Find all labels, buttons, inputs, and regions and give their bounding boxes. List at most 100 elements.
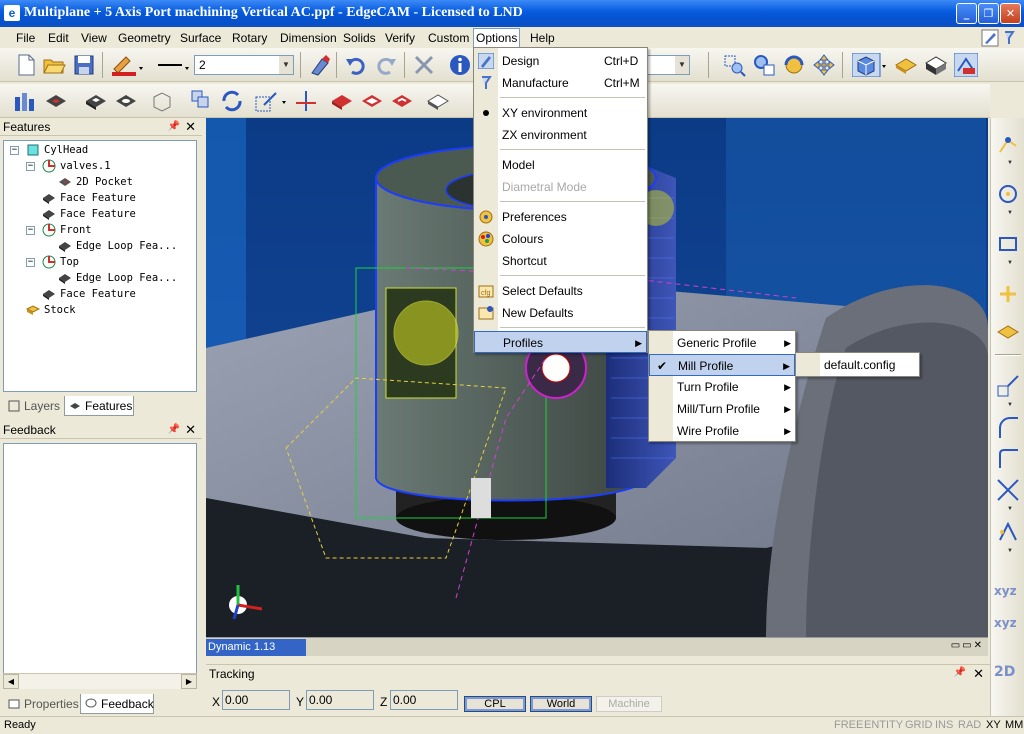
solid-icon[interactable] (426, 89, 450, 113)
chevron-down-icon[interactable]: ▼ (1007, 506, 1013, 512)
machine-button[interactable]: Machine (596, 696, 662, 712)
face-feature-tool-icon[interactable] (84, 89, 108, 113)
rectangle-tool-icon[interactable] (996, 232, 1020, 256)
tab-properties[interactable]: Properties (4, 694, 79, 714)
x-coordinate-field[interactable]: 0.00 (222, 690, 290, 710)
regenerate-icon[interactable] (220, 89, 244, 113)
tree-item-cylhead[interactable]: CylHead (26, 142, 88, 158)
menu-item-mill-turn-profile[interactable]: Mill/Turn Profile ▶ (649, 398, 795, 420)
tree-item-edge-loop[interactable]: Edge Loop Fea... (58, 238, 177, 254)
close-icon[interactable]: ✕ (973, 666, 984, 682)
stock-feature-icon[interactable] (150, 89, 174, 113)
menu-item-select-defaults[interactable]: cfg Select Defaults (474, 280, 647, 302)
undo-icon[interactable] (344, 53, 368, 77)
menu-solids[interactable]: Solids (341, 30, 378, 47)
hole-feature-icon[interactable] (114, 89, 138, 113)
world-button[interactable]: World (530, 696, 592, 712)
pin-icon[interactable]: 📌 (954, 667, 966, 678)
pin-icon[interactable]: 📌 (168, 421, 180, 439)
menu-item-profiles[interactable]: Profiles ▶ (474, 331, 647, 353)
menu-item-new-defaults[interactable]: New Defaults (474, 302, 647, 324)
chevron-down-icon[interactable]: ▼ (1007, 160, 1013, 166)
menu-item-default-config[interactable]: default.config (796, 354, 919, 376)
features-tree[interactable]: − CylHead − valves.1 2D Pocket Face Feat… (3, 140, 197, 392)
sequence-icon[interactable] (190, 89, 214, 113)
chevron-down-icon[interactable]: ▼ (1007, 548, 1013, 554)
feature-finder-icon[interactable] (12, 89, 36, 113)
feedback-output[interactable] (3, 443, 197, 689)
redo-icon[interactable] (374, 53, 398, 77)
scroll-right-icon[interactable]: ▶ (181, 674, 197, 689)
chevron-down-icon[interactable]: ▼ (1007, 260, 1013, 266)
line-weight-combo[interactable]: 2 ▼ (194, 55, 294, 75)
chevron-down-icon[interactable]: ▼ (279, 56, 293, 74)
cpl-icon[interactable] (254, 89, 290, 113)
menu-item-colours[interactable]: Colours (474, 228, 647, 250)
point-tool-icon[interactable] (996, 282, 1020, 306)
offset-tool-icon[interactable] (996, 520, 1020, 544)
tab-feedback[interactable]: Feedback (80, 694, 154, 714)
menu-help[interactable]: Help (528, 30, 557, 47)
circle-tool-icon[interactable] (996, 182, 1020, 206)
xyz-input-icon[interactable]: xyz (994, 584, 1017, 598)
expander-icon[interactable]: − (10, 146, 19, 155)
view-cube-icon[interactable] (852, 53, 888, 77)
simulate-icon[interactable] (330, 89, 354, 113)
close-icon[interactable]: ✕ (185, 118, 196, 136)
menu-item-mill-profile[interactable]: ✔ Mill Profile ▶ (649, 354, 795, 376)
arc-tool-icon[interactable] (996, 416, 1020, 440)
verify-icon[interactable] (360, 89, 384, 113)
cpl-button[interactable]: CPL (464, 696, 526, 712)
y-coordinate-field[interactable]: 0.00 (306, 690, 374, 710)
plane-tool-icon[interactable] (996, 318, 1020, 342)
new-file-icon[interactable] (14, 53, 38, 77)
menu-options[interactable]: Options (473, 28, 521, 48)
menu-surface[interactable]: Surface (178, 30, 223, 47)
zoom-window-icon[interactable] (722, 53, 746, 77)
minimize-button[interactable]: _ (956, 3, 977, 24)
cancel-icon[interactable] (412, 53, 436, 77)
maximize-button[interactable]: ❐ (978, 3, 999, 24)
shaded-view-icon[interactable] (894, 53, 918, 77)
tree-item-front[interactable]: Front (42, 222, 92, 238)
menu-item-generic-profile[interactable]: Generic Profile ▶ (649, 332, 795, 354)
line-style-icon[interactable] (154, 53, 194, 77)
xyz-relative-icon[interactable]: xyz (994, 616, 1017, 630)
edgecam-app-icon[interactable]: e (4, 5, 20, 21)
menu-item-model[interactable]: Model (474, 154, 647, 176)
menu-item-zx-environment[interactable]: ZX environment (474, 124, 647, 146)
menu-item-wire-profile[interactable]: Wire Profile ▶ (649, 420, 795, 442)
menu-item-shortcut[interactable]: Shortcut (474, 250, 647, 272)
menu-rotary[interactable]: Rotary (230, 30, 269, 47)
dimension-tool-icon[interactable] (996, 374, 1020, 398)
menu-custom[interactable]: Custom (426, 30, 471, 47)
menu-verify[interactable]: Verify (383, 30, 417, 47)
mdi-pen-icon[interactable] (980, 28, 1020, 48)
menu-view[interactable]: View (79, 30, 109, 47)
scroll-left-icon[interactable]: ◀ (3, 674, 19, 689)
menu-item-turn-profile[interactable]: Turn Profile ▶ (649, 376, 795, 398)
axis-icon[interactable] (294, 89, 318, 113)
display-settings-icon[interactable] (954, 53, 978, 77)
menu-item-preferences[interactable]: Preferences (474, 206, 647, 228)
2d-mode-icon[interactable]: 2D (994, 664, 1015, 680)
tab-features[interactable]: Features (64, 396, 134, 416)
expander-icon[interactable]: − (26, 258, 35, 267)
close-button[interactable]: ✕ (1000, 3, 1021, 24)
eraser-icon[interactable] (308, 53, 332, 77)
menu-item-manufacture[interactable]: Manufacture Ctrl+M (474, 72, 647, 94)
menu-edit[interactable]: Edit (46, 30, 71, 47)
pin-icon[interactable]: 📌 (168, 118, 180, 136)
fillet-tool-icon[interactable] (996, 446, 1020, 470)
tree-item-stock[interactable]: Stock (26, 302, 76, 318)
chevron-down-icon[interactable]: ▼ (1007, 210, 1013, 216)
rotate-view-icon[interactable] (782, 53, 806, 77)
tree-item-edge-loop[interactable]: Edge Loop Fea... (58, 270, 177, 286)
toolpath-icon[interactable] (390, 89, 414, 113)
expander-icon[interactable]: − (26, 226, 35, 235)
trim-tool-icon[interactable] (996, 478, 1020, 502)
line-tool-icon[interactable] (996, 132, 1020, 156)
tree-item-2d-pocket[interactable]: 2D Pocket (58, 174, 133, 190)
tree-item-face-feature[interactable]: Face Feature (42, 286, 136, 302)
chevron-down-icon[interactable]: ▼ (675, 56, 689, 74)
